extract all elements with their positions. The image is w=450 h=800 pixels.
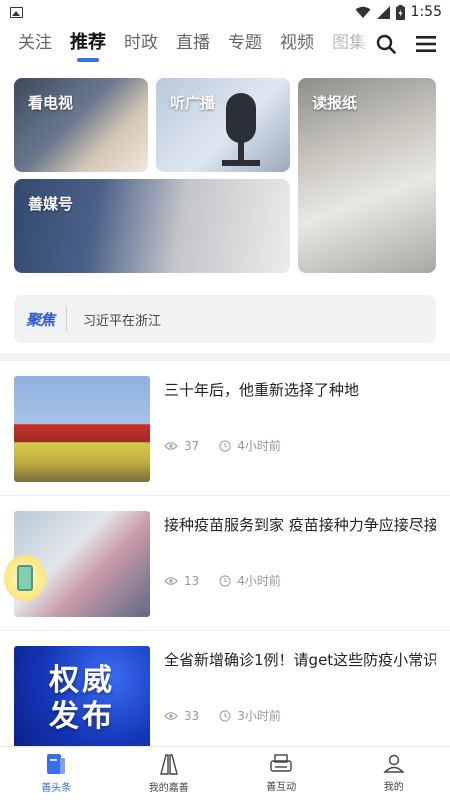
floating-phone-widget[interactable]: [4, 555, 46, 601]
view-count: 13: [184, 573, 200, 588]
header-tools: [358, 24, 436, 64]
article-meta: 33 3小时前: [164, 707, 281, 724]
view-count: 33: [184, 708, 200, 723]
wifi-icon: [355, 6, 371, 18]
tower-icon: [159, 754, 178, 775]
status-indicators: 1:55: [355, 4, 442, 20]
view-count: 37: [184, 438, 200, 453]
publish-time: 3小时前: [237, 709, 281, 723]
ticker-headline[interactable]: 习近平在浙江: [67, 310, 161, 329]
section-divider: [0, 353, 450, 361]
article-meta: 13 4小时前: [164, 572, 281, 589]
nav-mine[interactable]: 我的: [338, 747, 450, 800]
publish-time: 4小时前: [237, 439, 281, 453]
views-eye-icon: [164, 711, 178, 720]
listen-radio-label: 听广播: [170, 94, 216, 112]
watch-tv-label: 看电视: [28, 94, 74, 112]
article-thumbnail: [14, 376, 150, 482]
article-item[interactable]: 三十年后，他重新选择了种地 37 4小时前: [0, 361, 450, 496]
nav-shan-interact[interactable]: 善互动: [225, 747, 338, 800]
shan-media-label: 善媒号: [28, 195, 74, 213]
menu-icon[interactable]: [416, 35, 436, 53]
views-eye-icon: [164, 441, 178, 450]
focus-brand-logo: 聚焦: [25, 310, 55, 329]
publish-time: 4小时前: [237, 574, 281, 588]
views-eye-icon: [164, 576, 178, 585]
read-paper-tile[interactable]: 读报纸: [298, 78, 436, 273]
tab-live[interactable]: 直播: [176, 24, 210, 64]
profile-icon: [383, 754, 405, 773]
article-item[interactable]: 接种疫苗服务到家 疫苗接种力争应接尽接 13 4小时前: [0, 496, 450, 631]
watch-tv-tile[interactable]: 看电视: [14, 78, 148, 172]
article-meta: 37 4小时前: [164, 437, 281, 454]
clock-icon: [219, 439, 231, 452]
article-title: 全省新增确诊1例！请get这些防疫小常识！: [164, 651, 436, 669]
tab-recommend[interactable]: 推荐: [70, 24, 106, 64]
read-paper-label: 读报纸: [312, 94, 358, 112]
clock: 1:55: [410, 4, 442, 20]
thumbnail-text-line: 发布: [49, 699, 115, 734]
printer-icon: [270, 754, 292, 772]
nav-label: 我的嘉善: [148, 783, 189, 794]
tab-follow[interactable]: 关注: [18, 24, 52, 64]
tab-video[interactable]: 视频: [280, 24, 314, 64]
tab-topics[interactable]: 专题: [228, 24, 262, 64]
nav-label: 我的: [383, 782, 404, 793]
focus-ticker[interactable]: 聚焦 习近平在浙江: [14, 295, 436, 343]
nav-label: 善头条: [41, 783, 72, 794]
article-title: 接种疫苗服务到家 疫苗接种力争应接尽接: [164, 516, 436, 534]
status-bar: 1:55: [0, 0, 450, 24]
cell-signal-icon: [376, 5, 390, 19]
feature-tiles: 看电视 听广播 读报纸 善媒号: [0, 78, 450, 283]
listen-radio-tile[interactable]: 听广播: [156, 78, 290, 172]
thumbnail-text-line: 权威: [49, 663, 115, 698]
nav-my-jiashan[interactable]: 我的嘉善: [113, 747, 226, 800]
channel-tabs: 关注 推荐 时政 直播 专题 视频 图集: [0, 24, 450, 64]
clock-icon: [219, 709, 231, 722]
clock-icon: [219, 574, 231, 587]
search-icon[interactable]: [376, 34, 396, 54]
nav-shan-headlines[interactable]: 善头条: [0, 747, 113, 800]
article-title: 三十年后，他重新选择了种地: [164, 381, 360, 399]
gallery-notification-icon: [10, 6, 23, 18]
nav-label: 善互动: [266, 782, 297, 793]
news-doc-icon: [47, 754, 66, 774]
bottom-navigation: 善头条 我的嘉善 善互动 我的: [0, 746, 450, 800]
battery-icon: [395, 4, 405, 20]
phone-icon: [17, 565, 33, 591]
tab-politics[interactable]: 时政: [124, 24, 158, 64]
shan-media-tile[interactable]: 善媒号: [14, 179, 290, 273]
article-thumbnail: 权威 发布: [14, 646, 150, 752]
